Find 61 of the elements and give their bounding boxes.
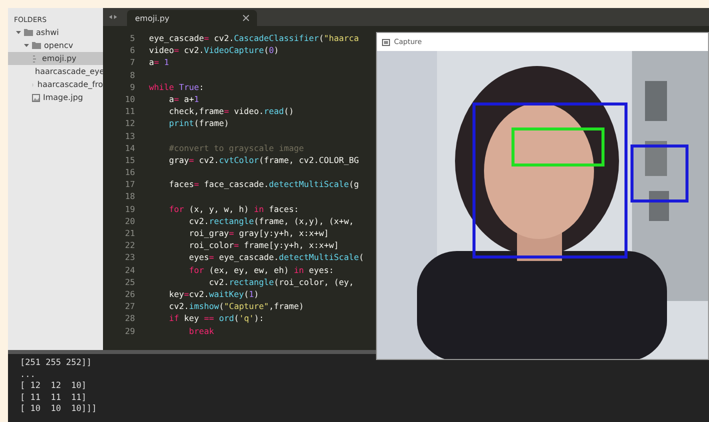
- file-tab[interactable]: emoji.py: [127, 10, 257, 26]
- code-line: a= 1: [149, 56, 169, 69]
- console-output-line: [ 10 10 10]]]: [20, 404, 97, 414]
- image-file-icon: [32, 94, 40, 102]
- line-number: 17: [124, 178, 136, 190]
- code-line: while True:: [149, 80, 204, 93]
- console-output-line: [ 11 11 11]: [20, 392, 87, 402]
- console-output-line: [ 12 12 10]: [20, 381, 87, 391]
- line-number: 5: [129, 32, 136, 44]
- line-number: 13: [124, 130, 136, 142]
- code-line: key=cv2.waitKey(1): [168, 288, 259, 300]
- caret-icon[interactable]: [16, 30, 21, 35]
- file-name[interactable]: Image.jpg: [43, 93, 83, 102]
- line-number: 16: [124, 166, 136, 178]
- code-line: if key == ord('q'):: [168, 312, 264, 324]
- code-line: eyes= eye_cascade.detectMultiScale(: [188, 251, 364, 264]
- code-line: eye_cascade= cv2.CascadeClassifier("haarca: [149, 32, 359, 44]
- line-number: 19: [124, 202, 136, 215]
- line-number: 21: [124, 227, 136, 240]
- window-icon: [382, 38, 390, 46]
- folder-name[interactable]: ashwi: [36, 28, 59, 37]
- caret-icon[interactable]: [24, 43, 29, 48]
- line-number: 7: [129, 56, 136, 69]
- line-number: 22: [124, 239, 136, 252]
- line-number: 24: [124, 264, 136, 276]
- code-line: break: [188, 324, 214, 337]
- code-line: gray= cv2.cvtColor(frame, cv2.COLOR_BG: [168, 154, 359, 166]
- folder-name[interactable]: opencv: [44, 41, 74, 50]
- file-name[interactable]: haarcascade_fro: [37, 80, 103, 89]
- line-number: 14: [124, 142, 136, 154]
- line-number: 27: [124, 300, 136, 312]
- code-line: roi_gray= gray[y:y+h, x:x+w]: [188, 227, 329, 240]
- close-icon[interactable]: [243, 15, 249, 21]
- code-line: print(frame): [168, 117, 229, 130]
- code-line: roi_color= frame[y:y+h, x:x+w]: [188, 239, 339, 252]
- line-number: 15: [124, 154, 136, 166]
- code-line: check,frame= video.read(): [168, 105, 294, 118]
- line-number: 25: [124, 276, 136, 288]
- line-number: 23: [124, 251, 136, 264]
- code-line: faces= face_cascade.detectMultiScale(g: [168, 178, 359, 190]
- line-number: 6: [129, 44, 136, 56]
- line-number: 11: [124, 105, 136, 118]
- line-number: 20: [124, 214, 136, 227]
- code-line: #convert to grayscale image: [168, 142, 304, 154]
- line-number: 12: [124, 117, 136, 130]
- code-line: video= cv2.VideoCapture(0): [149, 44, 279, 56]
- console-output-line: ...: [20, 370, 36, 380]
- line-number: 29: [124, 324, 136, 337]
- line-number: 9: [129, 80, 136, 93]
- line-number: 8: [129, 68, 136, 81]
- line-number: 26: [124, 288, 136, 300]
- code-line: for (x, y, w, h) in faces:: [168, 202, 299, 215]
- console-output-line: [251 255 252]]: [20, 358, 92, 368]
- code-line: a= a+1: [168, 92, 199, 106]
- code-line: cv2.imshow("Capture",frame): [168, 300, 304, 312]
- line-number: 18: [124, 190, 136, 203]
- line-number: 10: [124, 92, 136, 106]
- code-line: cv2.rectangle(roi_color, (ey,: [208, 276, 354, 288]
- line-number: 28: [124, 312, 136, 324]
- code-line: for (ex, ey, ew, eh) in eyes:: [188, 264, 334, 276]
- code-line: cv2.rectangle(frame, (x,y), (x+w,: [188, 214, 354, 227]
